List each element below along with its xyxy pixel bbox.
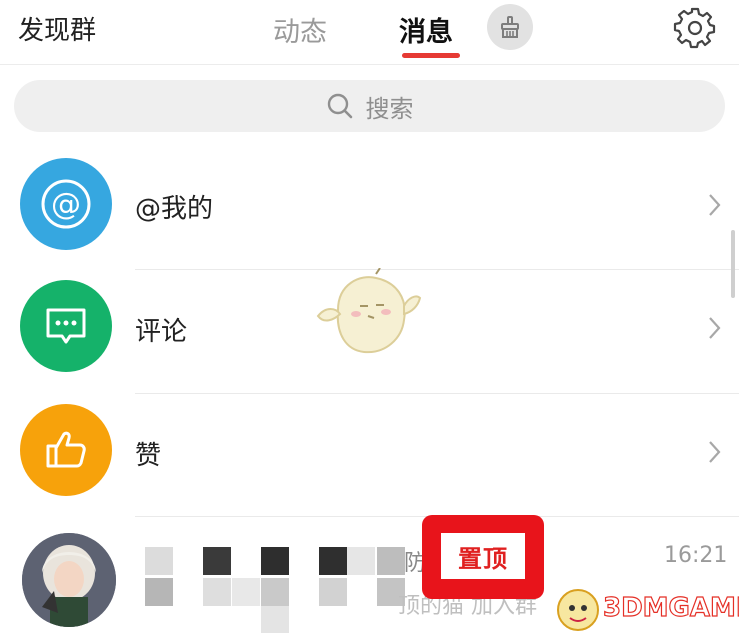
thumbs-up-icon [46, 431, 86, 468]
tab-messages[interactable]: 消息 [399, 10, 453, 49]
pin-badge: 置顶 [441, 533, 525, 579]
settings-gear-icon[interactable] [672, 4, 718, 50]
comment-icon [46, 308, 86, 344]
comments-avatar [20, 280, 112, 372]
mosaic-block [203, 547, 231, 575]
search-placeholder: 搜索 [365, 94, 414, 123]
comments-label: 评论 [135, 317, 188, 347]
search-bar[interactable]: 搜索 [14, 80, 725, 132]
search-icon [327, 93, 352, 119]
mosaic-block [261, 547, 289, 575]
tab-feed[interactable]: 动态 [273, 10, 327, 49]
mosaic-block [145, 578, 173, 606]
mosaic-block [232, 578, 260, 606]
active-tab-indicator [402, 53, 460, 58]
list-item-mentions[interactable]: @ @我的 [0, 143, 739, 267]
top-bar: 发现群 动态 消息 [0, 0, 739, 64]
mosaic-block [377, 547, 405, 575]
mentions-label: @我的 [135, 194, 214, 224]
discover-group-link[interactable]: 发现群 [18, 10, 96, 47]
chat-timestamp: 16:21 [664, 543, 728, 568]
character-avatar-image [22, 533, 116, 627]
mosaic-block [319, 578, 347, 606]
likes-avatar [20, 404, 112, 496]
mosaic-block [145, 547, 173, 575]
mosaic-block [261, 606, 289, 633]
at-sign-icon: @ [41, 179, 91, 229]
chevron-right-icon [709, 441, 721, 463]
mascot-watermark-icon [316, 268, 422, 354]
svg-text:@: @ [51, 187, 81, 222]
clear-unread-button[interactable] [487, 4, 533, 50]
broom-icon [501, 16, 519, 38]
chevron-right-icon [709, 317, 721, 339]
header-divider [0, 64, 739, 65]
mosaic-block [203, 578, 231, 606]
chevron-right-icon [709, 194, 721, 216]
mosaic-block [261, 578, 289, 606]
mosaic-block [319, 547, 347, 575]
watermark-text: 3DMGAME [602, 592, 739, 623]
group-avatar [22, 533, 116, 627]
likes-label: 赞 [135, 441, 162, 471]
pin-label: 置顶 [458, 544, 508, 573]
list-item-likes[interactable]: 赞 [0, 394, 739, 518]
mentions-avatar: @ [20, 158, 112, 250]
mosaic-block [347, 547, 375, 575]
